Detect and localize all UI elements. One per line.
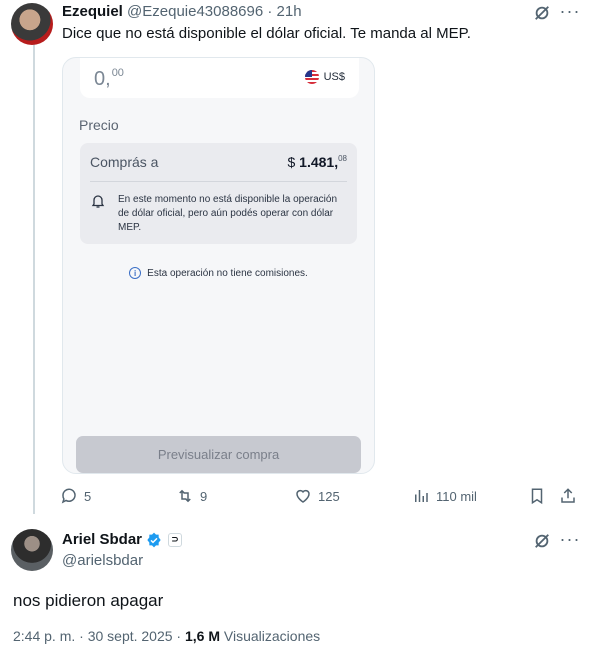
price-value: $ 1.481,08 xyxy=(287,154,347,170)
divider xyxy=(90,181,347,182)
tweet-media[interactable]: 0,00 US$ Precio Comprás a $ 1.481,08 En … xyxy=(62,57,375,474)
retweet-icon xyxy=(179,489,191,503)
retweet-count: 9 xyxy=(200,488,208,504)
reply-count: 5 xyxy=(84,488,92,504)
like-button[interactable]: 125 xyxy=(294,487,340,505)
like-count: 125 xyxy=(318,488,340,504)
views-count: 110 mil xyxy=(436,488,477,504)
tweet-actions: 5 9 125 110 mil xyxy=(60,487,590,509)
info-text: Esta operación no tiene comisiones. xyxy=(147,267,308,279)
tweet-meta: 2:44 p. m. · 30 sept. 2025 · 1,6 M Visua… xyxy=(13,628,320,644)
tweet-text: nos pidieron apagar xyxy=(13,591,164,610)
price-heading: Precio xyxy=(79,117,119,133)
views-count: 1,6 M xyxy=(185,628,221,644)
currency-selector[interactable]: US$ xyxy=(304,70,345,84)
grok-icon[interactable] xyxy=(531,532,553,550)
timestamp[interactable]: 2:44 p. m. · 30 sept. 2025 · xyxy=(13,628,185,644)
grok-icon[interactable] xyxy=(531,4,553,22)
author-handle[interactable]: @Ezequie43088696 xyxy=(127,3,263,20)
author-handle[interactable]: @arielsbdar xyxy=(62,552,143,569)
us-flag-icon xyxy=(304,70,319,84)
avatar[interactable] xyxy=(11,529,53,571)
amount-value: 0,00 xyxy=(94,67,124,90)
tweet-time[interactable]: 21h xyxy=(277,3,302,20)
availability-notice: En este momento no está disponible la op… xyxy=(118,194,338,233)
amount-field[interactable]: 0,00 US$ xyxy=(80,58,359,98)
reply-button[interactable]: 5 xyxy=(60,487,91,505)
share-icon xyxy=(561,488,575,503)
author-name-row: Ariel Sbdar ⊃ xyxy=(62,531,183,548)
bookmark-button[interactable] xyxy=(528,487,546,505)
separator: · xyxy=(267,3,273,20)
tweet-header: Ezequiel @Ezequie43088696 · 21h xyxy=(62,3,302,20)
retweet-button[interactable]: 9 xyxy=(176,487,207,505)
currency-label: US$ xyxy=(323,71,345,83)
affiliate-badge-icon[interactable]: ⊃ xyxy=(168,532,183,547)
views-icon xyxy=(415,490,428,502)
compras-label: Comprás a xyxy=(90,154,159,170)
views-label: Visualizaciones xyxy=(220,628,321,644)
more-icon[interactable]: ··· xyxy=(558,1,582,21)
author-name[interactable]: Ariel Sbdar xyxy=(62,531,142,548)
reply-icon xyxy=(61,488,76,504)
info-icon: i xyxy=(129,267,142,279)
bookmark-icon xyxy=(531,488,543,505)
price-card: Comprás a $ 1.481,08 En este momento no … xyxy=(80,143,357,244)
info-row: i Esta operación no tiene comisiones. xyxy=(63,267,374,279)
author-name[interactable]: Ezequiel xyxy=(62,3,123,20)
tweet-text: Dice que no está disponible el dólar ofi… xyxy=(62,25,471,42)
heart-icon xyxy=(296,489,310,503)
avatar[interactable] xyxy=(11,3,53,45)
verified-badge-icon[interactable] xyxy=(146,532,162,548)
thread-line xyxy=(33,44,35,514)
share-button[interactable] xyxy=(559,487,577,505)
preview-purchase-button[interactable]: Previsualizar compra xyxy=(76,436,361,473)
more-icon[interactable]: ··· xyxy=(558,529,582,549)
views-button[interactable]: 110 mil xyxy=(412,487,477,505)
bell-icon xyxy=(91,195,105,208)
